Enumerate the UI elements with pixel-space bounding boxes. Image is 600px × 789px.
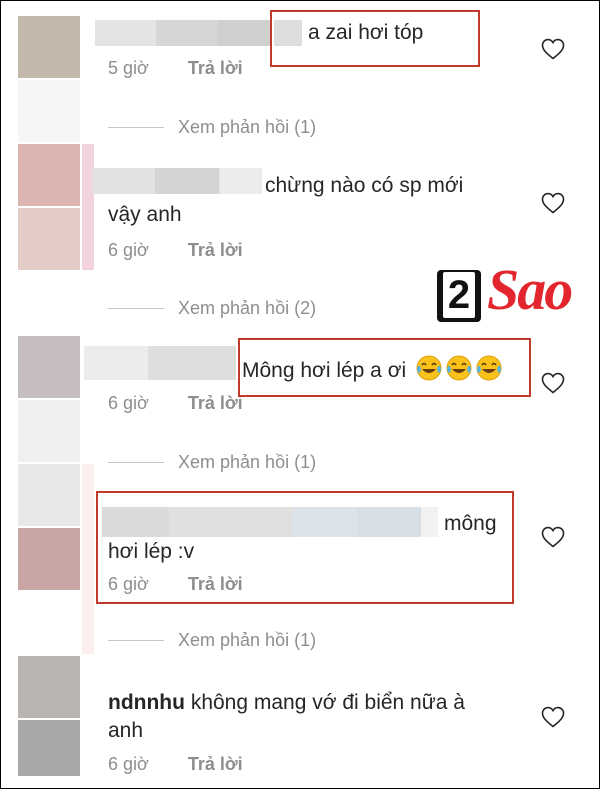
reply-button[interactable]: Trả lời — [188, 58, 243, 78]
view-replies-button[interactable]: Xem phản hồi (1) — [108, 450, 316, 474]
comment-time: 6 giờ — [108, 754, 149, 774]
heart-outline-icon[interactable] — [541, 706, 565, 728]
2sao-logo: 2 Sao — [437, 257, 585, 328]
heart-outline-icon[interactable] — [541, 192, 565, 214]
reply-button[interactable]: Trả lời — [188, 240, 243, 260]
comment-meta: 6 giờ Trả lời — [108, 393, 243, 414]
comment-text: vậy anh — [108, 203, 182, 226]
avatar[interactable] — [18, 464, 80, 526]
view-replies-button[interactable]: Xem phản hồi (1) — [108, 115, 316, 139]
reply-button[interactable]: Trả lời — [188, 393, 243, 413]
blurred-username — [95, 20, 270, 46]
avatar — [18, 400, 80, 462]
comment-username[interactable]: ndnnhu — [108, 691, 185, 714]
reply-button[interactable]: Trả lời — [188, 754, 243, 774]
highlight-box — [270, 10, 480, 67]
heart-outline-icon[interactable] — [541, 372, 565, 394]
blurred-username — [92, 168, 262, 194]
avatar[interactable] — [18, 16, 80, 78]
heart-outline-icon[interactable] — [541, 526, 565, 548]
logo-word: Sao — [487, 257, 573, 322]
logo-digit: 2 — [443, 272, 475, 318]
view-replies-button[interactable]: Xem phản hồi (1) — [108, 628, 316, 652]
comment-meta: 6 giờ Trả lời — [108, 754, 243, 775]
avatar[interactable] — [18, 144, 80, 206]
comment-time: 5 giờ — [108, 58, 149, 78]
comment-text: anh — [108, 719, 144, 742]
avatar — [18, 720, 80, 776]
comment-text: chừng nào có sp mới — [265, 174, 464, 197]
avatar[interactable] — [18, 656, 80, 718]
highlight-box — [238, 338, 531, 397]
comment-time: 6 giờ — [108, 240, 149, 260]
comment-time: 6 giờ — [108, 393, 149, 413]
avatar[interactable] — [18, 336, 80, 398]
avatar — [18, 528, 80, 590]
view-replies-button[interactable]: Xem phản hồi (2) — [108, 296, 316, 320]
highlight-box — [96, 491, 514, 604]
comment-meta: 6 giờ Trả lời — [108, 240, 243, 261]
avatar-edge — [82, 464, 94, 654]
comment-text: ndnnhu không mang vớ đi biển nữa à — [108, 691, 465, 714]
avatar — [18, 208, 80, 270]
heart-outline-icon[interactable] — [541, 38, 565, 60]
comment-meta: 5 giờ Trả lời — [108, 58, 243, 79]
avatar-edge — [82, 144, 94, 270]
blurred-username — [84, 346, 236, 380]
avatar — [18, 80, 80, 142]
